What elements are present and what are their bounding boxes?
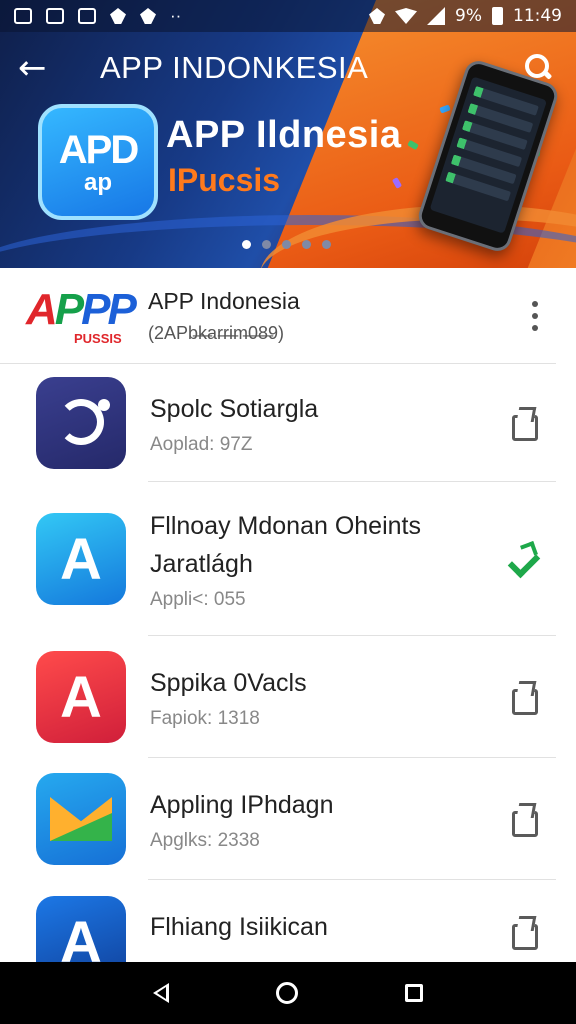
app-name: Sppika 0Vacls (150, 669, 307, 697)
gallery-notification-icon (14, 8, 32, 24)
battery-percent: 9% (455, 6, 482, 26)
app-toolbar: ← APP INDONKESIA (0, 32, 576, 104)
back-arrow-icon[interactable]: ← (18, 51, 62, 85)
featured-logo-text: APPP (26, 284, 137, 334)
list-item[interactable]: A Sppika 0Vacls Fapiok: 1318 (0, 636, 576, 758)
app-icon: A (36, 651, 126, 743)
more-notifications-icon: ·· (170, 6, 182, 25)
share-icon[interactable] (508, 407, 540, 441)
app-subtitle: Fapiok: 1318 (150, 708, 260, 729)
nav-back-icon[interactable] (153, 983, 170, 1003)
list-item[interactable]: Spolc Sotiargla Aoplad: 97Z (0, 364, 576, 482)
qr-notification-icon (46, 8, 64, 24)
app-list: APPP PUSSIS APP Indonesia (2APb̶k̶ar̶r̶i… (0, 268, 576, 992)
nav-recents-icon[interactable] (404, 984, 423, 1002)
carousel-dot[interactable] (242, 240, 251, 249)
signal-icon (427, 7, 446, 25)
send-notification-icon (140, 8, 156, 24)
share-icon[interactable] (508, 681, 540, 715)
list-item[interactable]: A Fllnoay Mdonan Oheints Jaratlágh Appli… (0, 482, 576, 636)
app-subtitle: Appli<: 055 (150, 589, 246, 610)
banner-title: APP Ildnesia (166, 114, 402, 156)
carousel-dot[interactable] (322, 240, 331, 249)
wifi-icon (395, 8, 418, 24)
battery-icon (492, 7, 503, 25)
list-item[interactable]: Appling IPhdagn Apglks: 2338 (0, 758, 576, 880)
page-title: APP INDONKESIA (100, 50, 369, 85)
banner-subtitle: IPucsis (168, 162, 281, 198)
installed-check-icon[interactable] (508, 543, 540, 575)
featured-app-row[interactable]: APPP PUSSIS APP Indonesia (2APb̶k̶ar̶r̶i… (0, 268, 556, 364)
share-icon[interactable] (508, 916, 540, 950)
carousel-dot[interactable] (282, 240, 291, 249)
banner-logo-subtext: ap (83, 169, 112, 196)
status-bar: ·· 9% 11:49 (0, 0, 576, 32)
shield-notification-icon (110, 8, 126, 24)
app-name: Spolc Sotiargla (150, 395, 319, 423)
alarm-icon (369, 8, 386, 24)
app-icon: A (36, 513, 126, 605)
share-icon[interactable] (508, 803, 540, 837)
clock: 11:49 (513, 6, 562, 26)
banner-app-logo: APD ap (38, 104, 158, 220)
app-name: Fllnoay Mdonan Oheints Jaratlágh (150, 512, 421, 578)
app-icon (36, 377, 126, 469)
more-options-icon[interactable] (532, 300, 540, 331)
search-icon[interactable] (518, 48, 558, 88)
app-notification-icon (78, 8, 96, 24)
app-name: Appling IPhdagn (150, 791, 334, 819)
featured-app-logo: APPP PUSSIS (26, 281, 138, 351)
carousel-dot[interactable] (302, 240, 311, 249)
featured-app-subtitle: (2APb̶k̶ar̶r̶i̶m̶0̶8̶9) (148, 322, 285, 343)
app-subtitle: Apglks: 2338 (150, 830, 260, 851)
carousel-dot[interactable] (262, 240, 271, 249)
app-name: Flhiang Isiikican (150, 913, 328, 941)
nav-home-icon[interactable] (275, 982, 298, 1004)
banner-logo-text: APD (58, 128, 139, 172)
featured-logo-subtext: PUSSIS (74, 330, 122, 346)
system-navigation-bar (0, 962, 576, 1024)
featured-app-name: APP Indonesia (148, 287, 300, 314)
carousel-indicator[interactable] (242, 240, 331, 249)
mail-app-icon (36, 773, 126, 865)
app-subtitle: Aoplad: 97Z (150, 434, 253, 455)
